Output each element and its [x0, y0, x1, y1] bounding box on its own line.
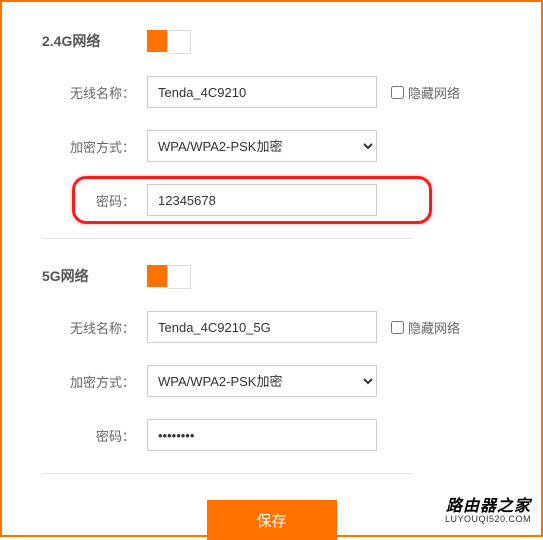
row-5g-password: 密码： [42, 419, 501, 451]
bottom-divider [42, 473, 412, 474]
select-24g-encrypt[interactable]: WPA/WPA2-PSK加密 [147, 130, 377, 162]
row-24g-encrypt: 加密方式： WPA/WPA2-PSK加密 [42, 130, 501, 162]
label-5g-password: 密码： [42, 426, 147, 445]
section-title-5g: 5G网络 [42, 266, 147, 286]
input-24g-password[interactable] [147, 184, 377, 216]
save-button-wrap: 保存 [42, 500, 501, 540]
section-header-24g: 2.4G网络 [42, 30, 501, 52]
row-24g-password: 密码： [42, 184, 501, 216]
label-24g-encrypt: 加密方式： [42, 137, 147, 156]
hide-ssid-5g-wrap[interactable]: 隐藏网络 [391, 318, 460, 337]
input-5g-password[interactable] [147, 419, 377, 451]
section-header-5g: 5G网络 [42, 265, 501, 287]
section-divider [42, 238, 412, 239]
hide-ssid-24g-wrap[interactable]: 隐藏网络 [391, 83, 460, 102]
wireless-settings-panel: 2.4G网络 无线名称： 隐藏网络 加密方式： WPA/WPA2-PSK加密 密… [0, 0, 543, 537]
watermark: 路由器之家 LUYOUQI520.COM [445, 498, 531, 525]
toggle-24g[interactable] [147, 30, 191, 52]
label-24g-ssid: 无线名称： [42, 83, 147, 102]
row-5g-ssid: 无线名称： 隐藏网络 [42, 311, 501, 343]
checkbox-hide-24g[interactable] [391, 86, 404, 99]
watermark-url: LUYOUQI520.COM [445, 515, 531, 525]
label-5g-encrypt: 加密方式： [42, 372, 147, 391]
label-24g-password: 密码： [42, 191, 147, 210]
select-5g-encrypt[interactable]: WPA/WPA2-PSK加密 [147, 365, 377, 397]
section-title-24g: 2.4G网络 [42, 31, 147, 51]
input-5g-ssid[interactable] [147, 311, 377, 343]
row-5g-encrypt: 加密方式： WPA/WPA2-PSK加密 [42, 365, 501, 397]
row-24g-ssid: 无线名称： 隐藏网络 [42, 76, 501, 108]
label-hide-24g: 隐藏网络 [408, 83, 460, 102]
label-5g-ssid: 无线名称： [42, 318, 147, 337]
save-button[interactable]: 保存 [207, 500, 337, 540]
checkbox-hide-5g[interactable] [391, 321, 404, 334]
toggle-5g[interactable] [147, 265, 191, 287]
input-24g-ssid[interactable] [147, 76, 377, 108]
watermark-title: 路由器之家 [445, 498, 531, 516]
label-hide-5g: 隐藏网络 [408, 318, 460, 337]
